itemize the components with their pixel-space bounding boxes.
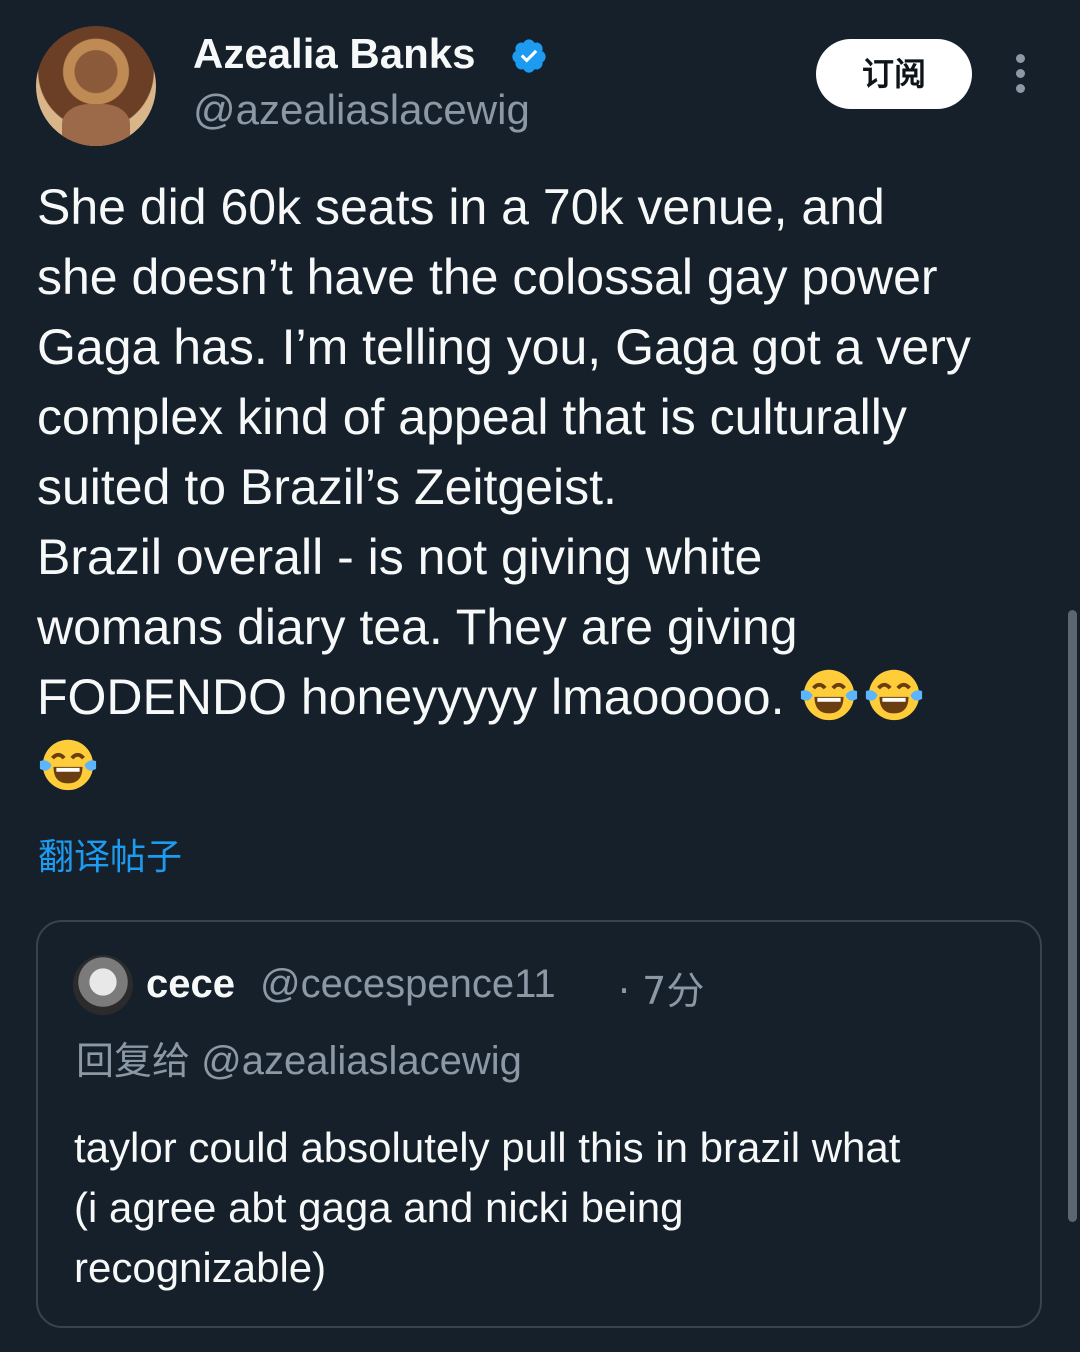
reply-to-line: 回复给 @azealiaslacewig [76,1030,522,1085]
laughing-tears-emoji-icon [866,669,923,721]
tweet-line-with-emoji: FODENDO honeyyyyy lmaooooo. [37,662,1062,732]
tweet-line: FODENDO honeyyyyy lmaooooo. [37,669,785,725]
verified-badge-icon [512,39,546,73]
quoted-avatar[interactable] [73,955,133,1015]
reply-to-handle[interactable]: @azealiaslacewig [201,1039,522,1083]
tweet-line: Gaga has. I’m telling you, Gaga got a ve… [37,319,971,375]
author-avatar[interactable] [36,26,156,146]
quoted-text: taylor could absolutely pull this in bra… [74,1118,1014,1298]
translate-post-link[interactable]: 翻译帖子 [38,828,182,880]
more-dot [1015,69,1025,78]
author-handle[interactable]: @azealiaslacewig [193,86,530,134]
quoted-author-handle: @cecespence11 [260,962,556,1006]
subscribe-button[interactable]: 订阅 [816,39,972,109]
tweet-emoji-line [37,732,1062,802]
quoted-tweet[interactable]: cece @cecespence11 · 7分 回复给 @azealiaslac… [36,920,1042,1328]
quoted-author-name: cece [146,962,235,1006]
reply-prefix: 回复给 [76,1039,191,1083]
author-name[interactable]: Azealia Banks [193,30,475,78]
quoted-timestamp: · 7分 [618,969,705,1013]
tweet-text: She did 60k seats in a 70k venue, and sh… [37,172,1062,802]
quoted-line: (i agree abt gaga and nicki being [74,1184,684,1231]
tweet-line: complex kind of appeal that is culturall… [37,389,907,445]
tweet-line: womans diary tea. They are giving [37,599,798,655]
tweet-line: She did 60k seats in a 70k venue, and [37,179,885,235]
scrollbar[interactable] [1068,610,1077,1222]
quoted-line: recognizable) [74,1244,327,1291]
more-options-icon[interactable] [1008,54,1032,94]
laughing-tears-emoji-icon [39,739,97,791]
more-dot [1015,54,1025,63]
laughing-tears-emoji-icon [801,669,858,721]
tweet-line: she doesn’t have the colossal gay power [37,249,938,305]
quoted-line: taylor could absolutely pull this in bra… [74,1124,901,1171]
tweet-line: Brazil overall - is not giving white [37,529,763,585]
more-dot [1015,84,1025,93]
tweet-line: suited to Brazil’s Zeitgeist. [37,459,617,515]
